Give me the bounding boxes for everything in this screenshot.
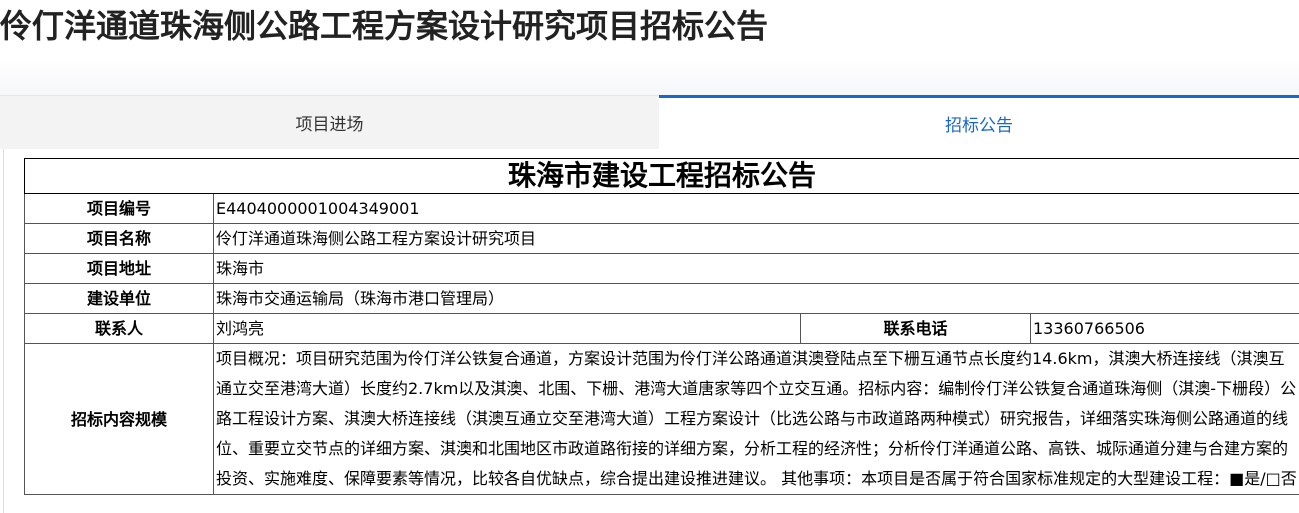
tab-project-entry[interactable]: 项目进场	[0, 95, 659, 149]
tab-tender-notice[interactable]: 招标公告	[659, 95, 1299, 149]
phone-value: 13360766506	[1029, 313, 1299, 344]
table-row: 建设单位 珠海市交通运输局（珠海市港口管理局）	[24, 283, 1299, 314]
notice-title: 珠海市建设工程招标公告	[23, 158, 1299, 194]
scope-value: 项目概况：项目研究范围为伶仃洋公铁复合通道，方案设计范围为伶仃洋公路通道淇澳登陆…	[212, 343, 1299, 495]
page-title: 伶仃洋通道珠海侧公路工程方案设计研究项目招标公告	[0, 7, 769, 45]
project-no-label: 项目编号	[24, 193, 214, 224]
table-row: 项目地址 珠海市	[24, 253, 1299, 284]
phone-label: 联系电话	[800, 313, 1031, 344]
table-row: 项目名称 伶仃洋通道珠海侧公路工程方案设计研究项目	[24, 223, 1299, 254]
table-row: 招标内容规模 项目概况：项目研究范围为伶仃洋公铁复合通道，方案设计范围为伶仃洋公…	[24, 343, 1299, 495]
contact-label: 联系人	[24, 313, 214, 344]
tab-bar: 项目进场 招标公告	[0, 95, 1299, 149]
tab-label: 招标公告	[945, 116, 1013, 136]
project-address-value: 珠海市	[212, 253, 1299, 284]
project-no-value: E4404000001004349001	[212, 193, 1299, 224]
tab-label: 项目进场	[295, 115, 364, 135]
table-row: 项目编号 E4404000001004349001	[24, 193, 1299, 224]
builder-value: 珠海市交通运输局（珠海市港口管理局）	[212, 283, 1299, 314]
project-address-label: 项目地址	[24, 253, 214, 284]
builder-label: 建设单位	[24, 283, 214, 314]
divider	[3, 149, 4, 513]
contact-value: 刘鸿亮	[213, 313, 801, 344]
project-name-label: 项目名称	[24, 223, 214, 254]
notice-table: 珠海市建设工程招标公告 项目编号 E4404000001004349001 项目…	[23, 158, 1299, 495]
table-row: 联系人 刘鸿亮 联系电话 13360766506	[24, 313, 1299, 344]
project-name-value: 伶仃洋通道珠海侧公路工程方案设计研究项目	[212, 223, 1299, 254]
scope-label: 招标内容规模	[24, 343, 214, 495]
